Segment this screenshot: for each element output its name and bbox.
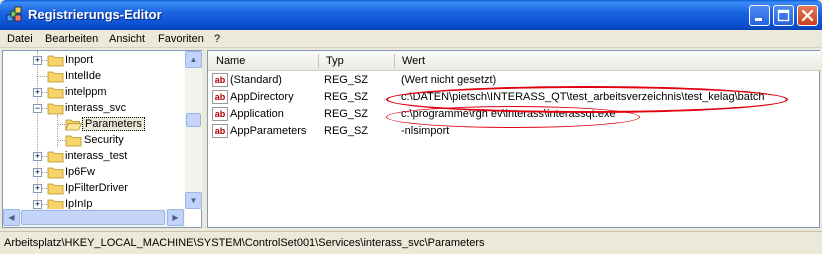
column-divider[interactable] [394,54,395,68]
folder-icon [47,87,64,99]
tree-item-intelide[interactable]: IntelIde [65,70,101,82]
column-divider[interactable] [318,54,319,68]
scroll-right-button[interactable]: ▶ [167,209,184,226]
expand-plus-icon[interactable]: + [33,88,42,97]
value-type: REG_SZ [324,74,369,86]
tree-item-interass-svc[interactable]: interass_svc [65,102,126,114]
column-header-value[interactable]: Wert [402,55,425,67]
string-value-icon: ab [212,124,228,138]
tree-guide-line [57,115,58,147]
tree-item-interass-test[interactable]: interass_test [65,150,127,162]
close-icon [801,9,814,22]
scroll-left-button[interactable]: ◀ [3,209,20,226]
tree-item-ipinip[interactable]: IpInIp [65,198,93,209]
window-title: Registrierungs-Editor [28,7,162,22]
value-data: (Wert nicht gesetzt) [401,74,497,86]
scroll-down-button[interactable]: ▼ [185,192,202,209]
tree-item-inport[interactable]: Inport [65,54,93,66]
value-name: Application [230,108,284,120]
minimize-button[interactable] [749,5,770,26]
highlight-ellipse [386,106,640,128]
tree-item-ipfilterdriver[interactable]: IpFilterDriver [65,182,128,194]
list-header: Name Typ Wert [208,51,821,71]
folder-icon [47,183,64,195]
scroll-thumb[interactable] [186,113,201,127]
column-header-name[interactable]: Name [216,55,245,67]
value-type: REG_SZ [324,91,369,103]
tree-horizontal-scrollbar[interactable]: ◀ ▶ [3,209,185,227]
menu-ansicht[interactable]: Ansicht [109,33,145,45]
tree-viewport: + Inport IntelIde + intelppm − interass_… [3,51,185,209]
value-name: (Standard) [230,74,282,86]
folder-icon [47,199,64,209]
registry-editor-window: Registrierungs-Editor Datei Bearbeiten A… [0,0,822,254]
expand-plus-icon[interactable]: + [33,200,42,209]
registry-tree[interactable]: + Inport IntelIde + intelppm − interass_… [2,50,202,228]
string-value-icon: ab [212,107,228,121]
tree-item-intelppm[interactable]: intelppm [65,86,107,98]
scroll-thumb[interactable] [21,210,165,225]
menu-help[interactable]: ? [214,33,220,45]
value-name: AppDirectory [230,91,294,103]
folder-icon [65,135,82,147]
status-path: Arbeitsplatz\HKEY_LOCAL_MACHINE\SYSTEM\C… [4,237,485,249]
tree-item-security[interactable]: Security [84,134,124,146]
menu-bar: Datei Bearbeiten Ansicht Favoriten ? [0,30,822,48]
expand-plus-icon[interactable]: + [33,168,42,177]
folder-icon [47,151,64,163]
folder-icon [47,103,64,115]
menu-favoriten[interactable]: Favoriten [158,33,204,45]
folder-icon [47,71,64,83]
status-bar: Arbeitsplatz\HKEY_LOCAL_MACHINE\SYSTEM\C… [0,231,822,254]
string-value-icon: ab [212,90,228,104]
menu-datei[interactable]: Datei [7,33,33,45]
expand-plus-icon[interactable]: + [33,56,42,65]
expand-plus-icon[interactable]: + [33,152,42,161]
maximize-button[interactable] [773,5,794,26]
column-header-type[interactable]: Typ [326,55,344,67]
folder-icon [47,167,64,179]
expand-plus-icon[interactable]: + [33,184,42,193]
tree-item-parameters[interactable]: Parameters [82,117,145,131]
scroll-up-button[interactable]: ▲ [185,51,202,68]
minimize-icon [755,18,762,21]
title-bar[interactable]: Registrierungs-Editor [0,0,822,30]
open-folder-icon [65,119,82,131]
value-name: AppParameters [230,125,307,137]
folder-icon [47,55,64,67]
value-type: REG_SZ [324,108,369,120]
tree-item-ip6fw[interactable]: Ip6Fw [65,166,95,178]
value-type: REG_SZ [324,125,369,137]
values-list[interactable]: Name Typ Wert ab (Standard) REG_SZ (Wert… [207,50,821,228]
close-button[interactable] [797,5,818,26]
string-value-icon: ab [212,73,228,87]
value-data: -nlsimport [401,125,450,137]
collapse-minus-icon[interactable]: − [33,104,42,113]
maximize-icon [777,9,790,22]
tree-vertical-scrollbar[interactable]: ▲ ▼ [185,51,202,209]
menu-bearbeiten[interactable]: Bearbeiten [45,33,98,45]
registry-editor-icon [6,6,22,22]
